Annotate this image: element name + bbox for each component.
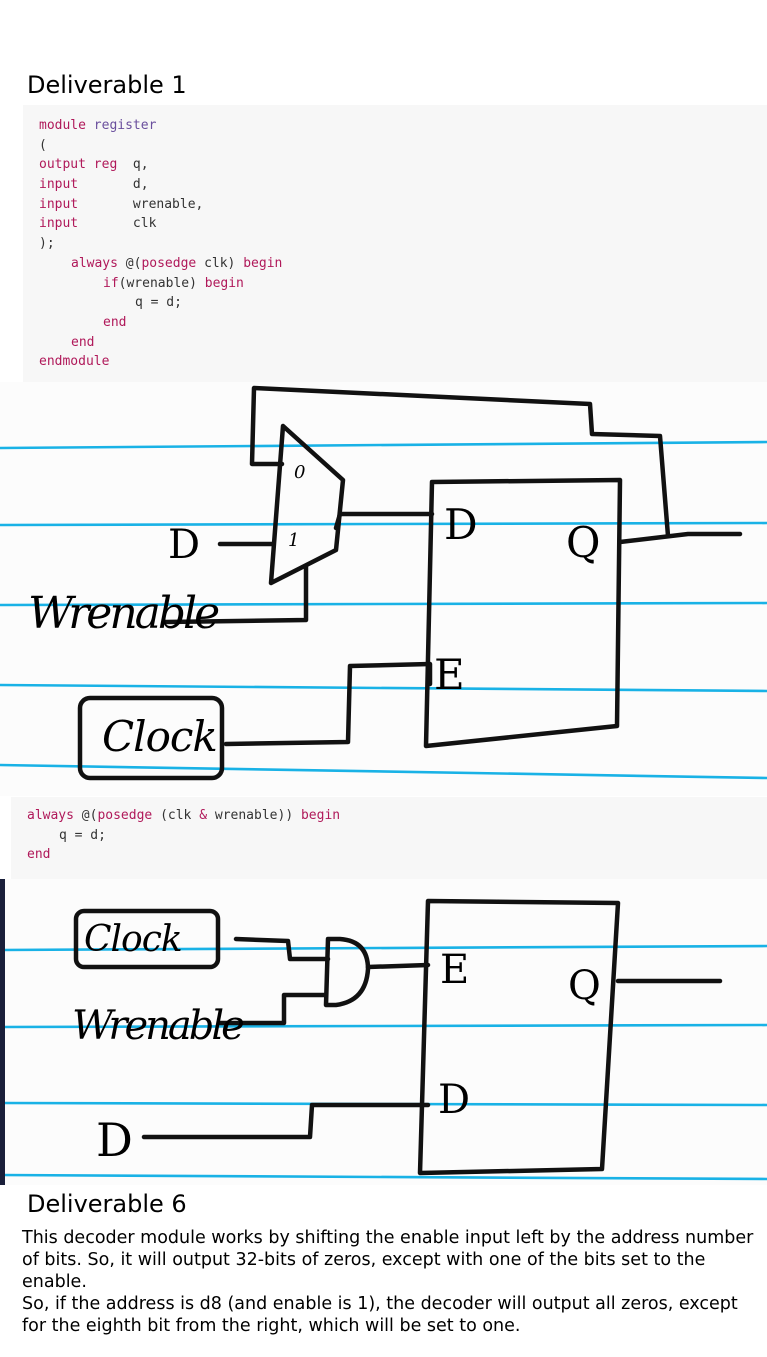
code-keyword: always — [71, 255, 118, 271]
code-text: q, — [117, 157, 149, 173]
code-keyword: input — [39, 216, 79, 232]
code-text: d, — [78, 177, 149, 193]
code-line: always @(posedge clk) begin — [39, 254, 767, 274]
code-line: input wrenable, — [39, 195, 767, 215]
decoder-description: This decoder module works by shifting th… — [22, 1227, 757, 1337]
code-text: (wrenable) — [118, 275, 205, 291]
gated-clock-code-block: always @(posedge (clk & wrenable)) begin… — [11, 797, 767, 879]
mux-input-1-label: 1 — [288, 530, 300, 551]
code-line: module register — [39, 116, 767, 136]
ff-e-label: E — [434, 650, 465, 699]
code-line: end — [71, 334, 95, 350]
code-text: clk) — [196, 255, 244, 271]
code-keyword: begin — [243, 255, 283, 271]
code-line: end — [27, 847, 51, 863]
code-keyword: posedge — [97, 808, 153, 823]
d-input-label: D — [168, 522, 201, 568]
code-keyword: posedge — [141, 255, 197, 271]
decoder-paragraph-1: This decoder module works by shifting th… — [22, 1228, 754, 1292]
code-text: clk — [78, 216, 157, 232]
register-code-block: module register ( output reg q, input d,… — [23, 105, 767, 382]
deliverable-1-heading: Deliverable 1 — [27, 71, 187, 99]
code-line: ); — [39, 236, 55, 252]
register-mux-sketch: 0 1 D Wrenable Clock D E Q — [0, 382, 767, 796]
and-to-e-wire — [365, 962, 431, 970]
mux-shape — [268, 423, 346, 586]
code-keyword: begin — [300, 808, 341, 823]
ff-e-label: E — [440, 947, 470, 993]
photo-edge — [0, 879, 5, 1185]
ruled-line — [0, 440, 767, 450]
code-module-name: register — [93, 118, 157, 133]
code-text: @( — [73, 808, 98, 823]
mux-to-d-wire — [333, 511, 435, 531]
ff-d-label: D — [444, 500, 478, 549]
clock-label: Clock — [84, 919, 183, 960]
code-keyword: module — [39, 118, 86, 133]
code-keyword: output reg — [39, 157, 118, 173]
code-operator: & — [199, 808, 208, 823]
flip-flop-box — [417, 898, 621, 1176]
code-line: ( — [39, 137, 47, 153]
code-text: wrenable, — [78, 196, 204, 212]
code-text: wrenable)) — [207, 808, 301, 823]
q-output-wire — [617, 531, 743, 545]
code-line: input clk — [39, 214, 767, 234]
code-text: (clk — [152, 808, 200, 823]
code-keyword: if — [103, 275, 119, 291]
code-keyword: always — [27, 808, 74, 823]
ff-d-label: D — [438, 1077, 471, 1123]
code-line: output reg q, — [39, 155, 767, 175]
code-line: endmodule — [39, 354, 110, 370]
ruled-line — [0, 1173, 767, 1181]
code-line: always @(posedge (clk & wrenable)) begin — [27, 806, 767, 826]
gated-clock-sketch: Clock Wrenable D E D Q — [0, 879, 767, 1185]
code-line: q = d; — [59, 827, 106, 843]
ff-q-label: Q — [566, 518, 601, 567]
code-line: input d, — [39, 175, 767, 195]
code-keyword: input — [39, 177, 79, 193]
clock-label: Clock — [102, 712, 218, 761]
ruled-line — [0, 521, 767, 527]
code-keyword: begin — [204, 275, 244, 291]
decoder-paragraph-2: So, if the address is d8 (and enable is … — [22, 1294, 738, 1336]
wrenable-label: Wrenable — [28, 588, 220, 639]
clock-wire — [223, 661, 433, 747]
code-keyword: input — [39, 196, 79, 212]
code-line: if(wrenable) begin — [39, 274, 767, 294]
ff-q-label: Q — [568, 963, 601, 1009]
ruled-line — [0, 683, 767, 693]
code-text: @( — [117, 255, 142, 271]
code-line: q = d; — [135, 295, 182, 311]
code-line: end — [103, 314, 127, 330]
mux-input-0-label: 0 — [294, 462, 306, 483]
deliverable-6-heading: Deliverable 6 — [27, 1190, 187, 1218]
d-input-label: D — [96, 1113, 133, 1167]
wrenable-label: Wrenable — [72, 1003, 245, 1049]
d-input-wire — [141, 1102, 431, 1140]
